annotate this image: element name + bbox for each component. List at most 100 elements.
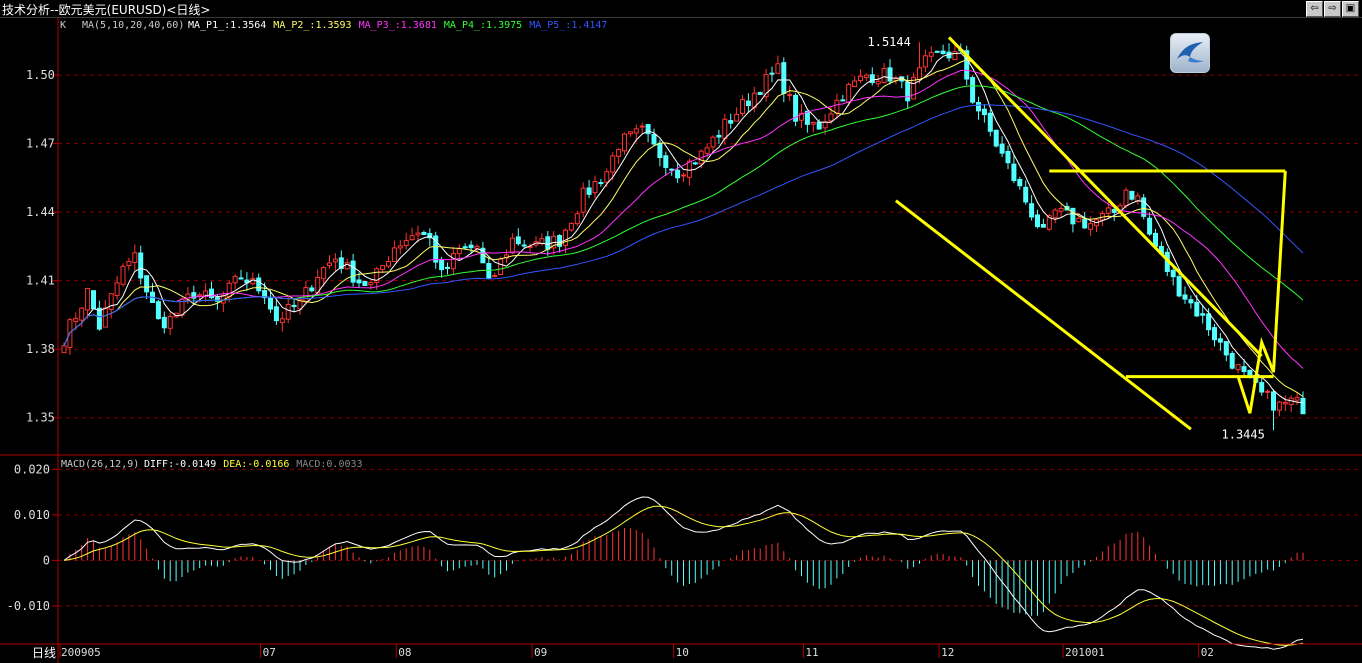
candlestick <box>799 104 804 129</box>
candlestick <box>793 92 799 127</box>
candlestick <box>533 236 539 248</box>
candlestick <box>309 285 315 293</box>
candlestick <box>1052 207 1058 224</box>
candlestick <box>1212 323 1217 347</box>
date-tick-label: 02 <box>1201 646 1214 659</box>
macd-legend-item: MACD:0.0033 <box>296 459 362 470</box>
ma-legend-item: MA_P3_:1.3681 <box>359 20 437 31</box>
candlestick <box>102 300 108 328</box>
forward-button[interactable]: ⇨ <box>1324 1 1341 17</box>
x-axis-period-label: 日线 <box>32 646 56 660</box>
candlestick <box>934 50 940 54</box>
candlestick <box>120 263 126 287</box>
candlestick <box>256 273 262 294</box>
candlestick <box>981 104 987 123</box>
candlestick <box>922 49 928 73</box>
candlestick <box>327 255 332 269</box>
candlestick <box>745 93 751 113</box>
candlestick <box>61 342 67 354</box>
candlestick <box>627 131 633 137</box>
candlestick <box>1029 195 1035 221</box>
candlestick <box>114 275 120 300</box>
candlestick <box>1259 376 1265 396</box>
candlestick <box>592 175 598 199</box>
trend-line <box>894 199 1192 431</box>
candlestick <box>928 46 934 63</box>
candlestick <box>1099 210 1105 227</box>
candlestick <box>1265 389 1271 400</box>
date-tick-label: 07 <box>263 646 276 659</box>
candlestick <box>421 230 427 235</box>
macd-params-label: MACD(26,12,9) <box>61 459 139 470</box>
candlestick <box>1040 218 1046 228</box>
date-tick-label: 09 <box>534 646 547 659</box>
candlestick <box>1282 395 1288 412</box>
macd-tick-label: -0.010 <box>7 599 50 613</box>
candlestick <box>716 129 722 144</box>
candlestick <box>858 69 863 84</box>
candlestick <box>1058 204 1064 218</box>
candlestick <box>840 94 846 102</box>
high-price-annotation: 1.5144 <box>868 35 911 49</box>
candlestick <box>1147 212 1153 236</box>
candlestick <box>598 178 604 187</box>
date-tick-label: 201001 <box>1065 646 1105 659</box>
candlestick <box>769 66 775 83</box>
candlestick <box>639 122 645 134</box>
candlestick <box>486 256 492 280</box>
candlestick <box>138 245 144 285</box>
candlestick <box>946 43 952 62</box>
price-chart[interactable]: 1.50 1.47 1.44 1.41 1.38 1.35 0.020 0.010 0 -0.01… <box>0 0 1362 663</box>
back-button[interactable]: ⇦ <box>1306 1 1323 17</box>
candlestick <box>804 110 810 133</box>
candlestick <box>976 96 981 120</box>
candlestick <box>132 244 138 271</box>
candlestick <box>681 172 686 182</box>
candlestick <box>887 59 893 85</box>
candlestick <box>1129 190 1135 201</box>
candlestick <box>1217 333 1223 351</box>
candlestick <box>279 311 285 332</box>
candlestick <box>663 151 669 176</box>
candlestick <box>397 240 403 254</box>
macd-legend-item: DEA:-0.0166 <box>223 459 289 470</box>
candlestick <box>1005 145 1011 170</box>
window-title-bar: 技术分析--欧元美元(EURUSD)<日线> ⇦ ⇨ ▣ <box>0 0 1362 18</box>
candlestick <box>203 283 209 303</box>
ma-line-map4 <box>63 85 1304 347</box>
candlestick <box>362 280 368 286</box>
candlestick <box>917 42 922 84</box>
swallow-logo-icon[interactable] <box>1170 33 1210 73</box>
candlestick <box>1288 395 1294 413</box>
candlestick <box>574 210 580 227</box>
candlestick <box>1094 219 1099 233</box>
candlestick <box>893 75 899 85</box>
restore-button[interactable]: ▣ <box>1342 1 1359 17</box>
k-line-label: K <box>60 20 66 31</box>
candlestick <box>126 257 132 271</box>
price-tick-label: 1.41 <box>26 274 55 288</box>
candlestick <box>391 240 397 263</box>
price-tick-label: 1.35 <box>26 411 55 425</box>
candlestick <box>775 55 781 74</box>
candlestick <box>167 312 173 336</box>
candlestick <box>291 299 297 312</box>
ma-line-map3 <box>63 69 1304 369</box>
low-price-annotation: 1.3445 <box>1222 427 1265 441</box>
candlestick <box>450 246 456 275</box>
candlestick <box>273 299 279 325</box>
candlestick <box>616 148 622 165</box>
candlestick <box>645 123 651 143</box>
candlestick <box>238 269 244 280</box>
candlestick <box>232 274 238 290</box>
candlestick <box>250 272 256 286</box>
macd-tick-label: 0 <box>43 553 50 567</box>
candlestick <box>91 290 96 310</box>
candlestick <box>439 257 445 278</box>
candlestick <box>863 73 869 81</box>
candlestick <box>1082 212 1088 229</box>
candlestick <box>987 109 993 137</box>
candlestick <box>869 67 875 86</box>
candlestick <box>875 75 881 88</box>
candlestick <box>1276 400 1282 417</box>
